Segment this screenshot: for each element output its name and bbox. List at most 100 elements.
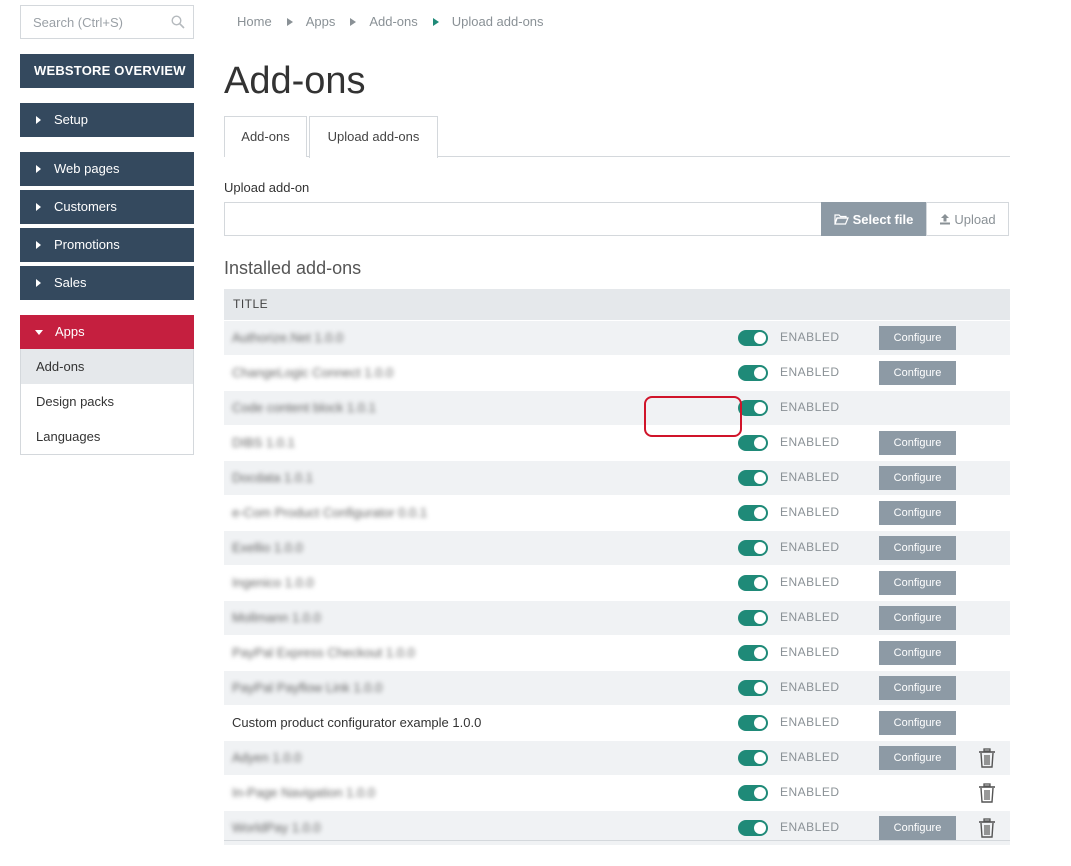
sidebar-item-label: Web pages <box>54 161 120 176</box>
enabled-toggle[interactable] <box>738 470 768 486</box>
select-file-label: Select file <box>852 211 914 227</box>
sidebar-item-promotions[interactable]: Promotions <box>20 228 194 262</box>
addon-title: Authorize.Net 1.0.0 <box>232 330 344 345</box>
sidebar-group: Web pages Customers Promotions Sales <box>20 152 194 300</box>
configure-button[interactable]: Configure <box>879 536 956 560</box>
chevron-right-icon <box>432 17 439 26</box>
table-body: Authorize.Net 1.0.0 ENABLED Configure Chang… <box>224 320 1010 845</box>
status-label: ENABLED <box>780 750 840 764</box>
sidebar-item-label: Setup <box>54 112 88 127</box>
enabled-toggle[interactable] <box>738 750 768 766</box>
caret-right-icon <box>36 116 41 124</box>
chevron-right-icon <box>286 17 293 26</box>
status-label: ENABLED <box>780 330 840 344</box>
sidebar-item-customers[interactable]: Customers <box>20 190 194 224</box>
webstore-overview-label: WEBSTORE OVERVIEW <box>34 63 186 78</box>
sidebar-item-label: Apps <box>55 324 85 339</box>
caret-right-icon <box>36 241 41 249</box>
status-label: ENABLED <box>780 400 840 414</box>
enabled-toggle[interactable] <box>738 610 768 626</box>
table-row: Custom product configurator example 1.0.… <box>224 705 1010 740</box>
addon-title: Adyen 1.0.0 <box>232 750 302 765</box>
breadcrumb-add-ons[interactable]: Add-ons <box>369 14 417 29</box>
installed-addons-heading: Installed add-ons <box>224 258 362 278</box>
enabled-toggle[interactable] <box>738 645 768 661</box>
table-row: Docdata 1.0.1 ENABLED Configure <box>224 460 1010 495</box>
table-divider <box>224 840 1010 841</box>
configure-button[interactable]: Configure <box>879 676 956 700</box>
enabled-toggle[interactable] <box>738 435 768 451</box>
enabled-toggle[interactable] <box>738 785 768 801</box>
configure-button[interactable]: Configure <box>879 326 956 350</box>
enabled-toggle[interactable] <box>738 715 768 731</box>
addon-title: Mollmann 1.0.0 <box>232 610 321 625</box>
trash-icon[interactable] <box>978 783 996 803</box>
table-row: Ingenico 1.0.0 ENABLED Configure <box>224 565 1010 600</box>
configure-button[interactable]: Configure <box>879 501 956 525</box>
addon-title: In-Page Navigation 1.0.0 <box>232 785 376 800</box>
file-path-field[interactable] <box>224 202 821 236</box>
enabled-toggle[interactable] <box>738 680 768 696</box>
status-label: ENABLED <box>780 470 840 484</box>
configure-button[interactable]: Configure <box>879 571 956 595</box>
sidebar-item-label: Promotions <box>54 237 120 252</box>
upload-label: Upload add-on <box>224 180 310 195</box>
status-label: ENABLED <box>780 505 840 519</box>
search-box[interactable] <box>20 5 194 39</box>
addon-title: Docdata 1.0.1 <box>232 470 313 485</box>
enabled-toggle[interactable] <box>738 400 768 416</box>
table-row: Adyen 1.0.0 ENABLED Configure <box>224 740 1010 775</box>
search-icon[interactable] <box>171 15 185 29</box>
configure-button[interactable]: Configure <box>879 711 956 735</box>
table-row: DIBS 1.0.1 ENABLED Configure <box>224 425 1010 460</box>
addon-title: Exellio 1.0.0 <box>232 540 303 555</box>
configure-button[interactable]: Configure <box>879 746 956 770</box>
table-row: e-Com Product Configurator 0.0.1 ENABLED C… <box>224 495 1010 530</box>
addon-title: Code content block 1.0.1 <box>232 400 376 415</box>
sidebar-item-sales[interactable]: Sales <box>20 266 194 300</box>
configure-button[interactable]: Configure <box>879 641 956 665</box>
configure-button[interactable]: Configure <box>879 606 956 630</box>
search-input[interactable] <box>21 6 193 38</box>
breadcrumb-apps[interactable]: Apps <box>306 14 336 29</box>
configure-button[interactable]: Configure <box>879 816 956 840</box>
enabled-toggle[interactable] <box>738 540 768 556</box>
enabled-toggle[interactable] <box>738 575 768 591</box>
status-label: ENABLED <box>780 435 840 449</box>
sidebar-subitem-add-ons[interactable]: Add-ons <box>21 349 193 384</box>
webstore-overview-link[interactable]: WEBSTORE OVERVIEW <box>20 54 194 88</box>
configure-button[interactable]: Configure <box>879 361 956 385</box>
table-row: PayPal Express Checkout 1.0.0 ENABLED Conf… <box>224 635 1010 670</box>
caret-down-icon <box>35 329 43 335</box>
sidebar-item-setup[interactable]: Setup <box>20 103 194 137</box>
select-file-button[interactable]: Select file <box>821 202 926 236</box>
enabled-toggle[interactable] <box>738 365 768 381</box>
configure-button[interactable]: Configure <box>879 466 956 490</box>
trash-icon[interactable] <box>978 748 996 768</box>
status-label: ENABLED <box>780 540 840 554</box>
enabled-toggle[interactable] <box>738 505 768 521</box>
tab-bar: Add-ons Upload add-ons <box>224 116 1010 158</box>
status-label: ENABLED <box>780 610 840 624</box>
status-label: ENABLED <box>780 785 840 799</box>
enabled-toggle[interactable] <box>738 820 768 836</box>
breadcrumb: Home Apps Add-ons Upload add-ons <box>237 14 544 29</box>
trash-icon[interactable] <box>978 818 996 838</box>
tab-add-ons[interactable]: Add-ons <box>224 116 307 157</box>
sidebar-item-web-pages[interactable]: Web pages <box>20 152 194 186</box>
breadcrumb-home[interactable]: Home <box>237 14 272 29</box>
table-row: PayPal Payflow Link 1.0.0 ENABLED Configur… <box>224 670 1010 705</box>
sidebar-subitem-languages[interactable]: Languages <box>21 419 193 454</box>
upload-row: Select file Upload <box>224 202 1009 236</box>
status-label: ENABLED <box>780 645 840 659</box>
tab-upload-add-ons[interactable]: Upload add-ons <box>309 116 438 158</box>
addon-title: e-Com Product Configurator 0.0.1 <box>232 505 428 520</box>
upload-button[interactable]: Upload <box>926 202 1009 236</box>
table-row: ChangeLogic Connect 1.0.0 ENABLED Configur… <box>224 355 1010 390</box>
status-label: ENABLED <box>780 365 840 379</box>
configure-button[interactable]: Configure <box>879 431 956 455</box>
sidebar-item-apps[interactable]: Apps <box>20 315 194 349</box>
status-label: ENABLED <box>780 715 840 729</box>
sidebar-subitem-design-packs[interactable]: Design packs <box>21 384 193 419</box>
enabled-toggle[interactable] <box>738 330 768 346</box>
